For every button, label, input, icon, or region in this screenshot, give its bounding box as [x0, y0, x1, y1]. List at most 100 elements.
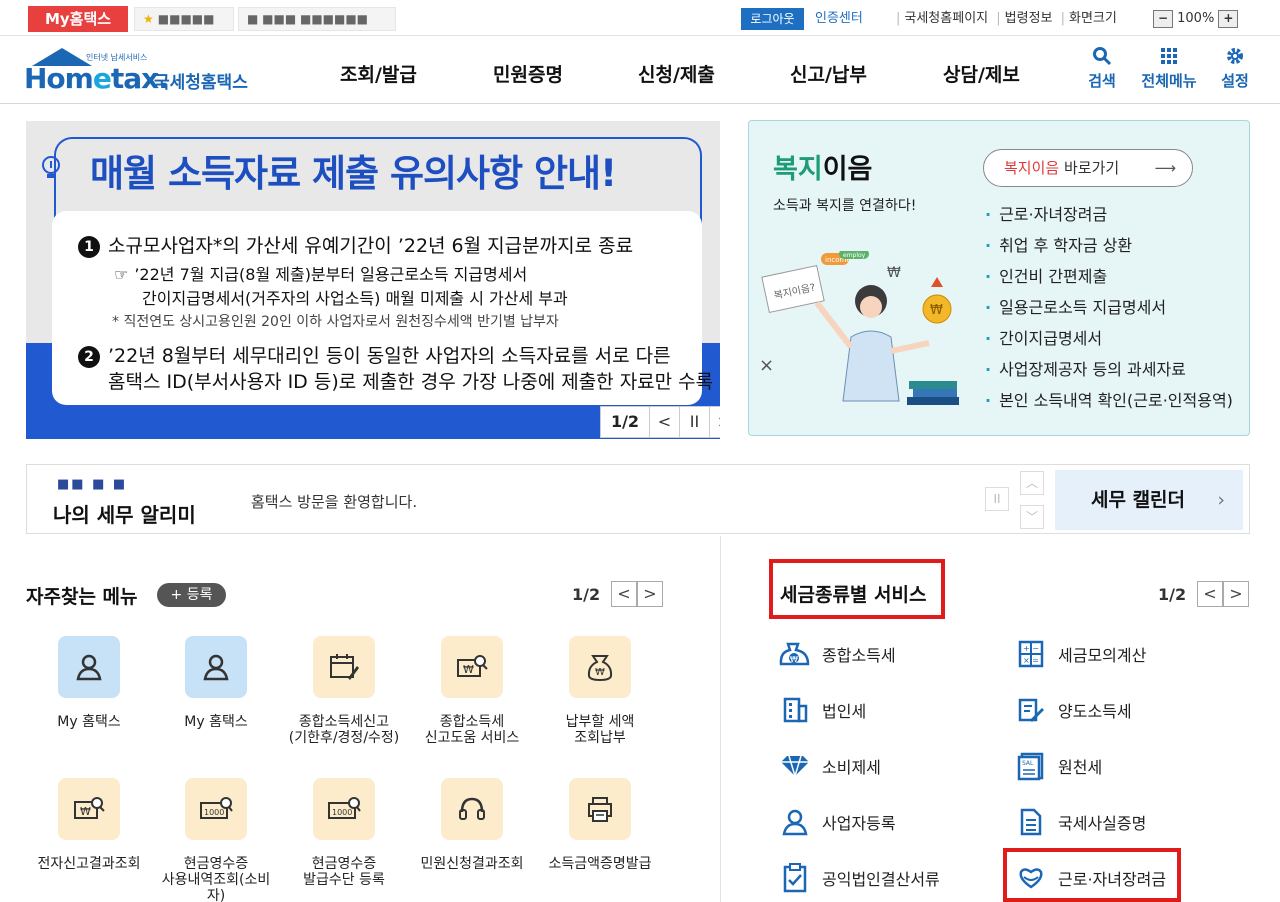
banner-pause-button[interactable]: II — [679, 407, 709, 437]
favorites-link[interactable]: ★ ■■■■■ — [134, 7, 234, 31]
svg-text:× =: × = — [1023, 656, 1039, 665]
welfare-list: 근로·자녀장려금 취업 후 학자금 상환 인건비 간편제출 일용근로소득 지급명… — [985, 199, 1233, 416]
gear-icon — [1205, 46, 1265, 70]
svg-text:+ −: + − — [1023, 644, 1039, 653]
pointing-hand-icon: ☞ — [114, 265, 129, 284]
register-menu-button[interactable]: + 등록 — [157, 583, 226, 607]
receipt-search-icon: 1000 — [185, 778, 247, 840]
zoom-in-button[interactable]: + — [1218, 9, 1239, 28]
person-icon — [185, 636, 247, 698]
welfare-item[interactable]: 사업장제공자 등의 과세자료 — [985, 354, 1233, 385]
tax-service-page-indicator: 1/2 — [1158, 585, 1187, 604]
tax-service-comprehensive-income[interactable]: ₩ 종합소득세 — [776, 636, 896, 672]
notice-down-button[interactable]: ﹀ — [1020, 505, 1044, 529]
nav-civil-certificate[interactable]: 민원증명 — [493, 60, 563, 87]
banner-item-1-note: * 직전연도 상시고용인원 20인 이하 사업자로서 원천징수세액 반기별 납부… — [112, 314, 559, 330]
illus-tag-2: employ — [843, 252, 866, 259]
svg-text:₩: ₩ — [463, 663, 474, 676]
person-icon — [58, 636, 120, 698]
svg-text:SAL: SAL — [1022, 760, 1034, 767]
frequent-item-filing-help[interactable]: ₩ 종합소득세 신고도움 서비스 — [408, 636, 536, 746]
search-button[interactable]: 검색 — [1072, 46, 1132, 91]
frequent-item-cash-receipt-register[interactable]: 1000 현금영수증 발급수단 등록 — [280, 778, 408, 888]
lightbulb-icon — [40, 155, 62, 189]
welfare-item[interactable]: 일용근로소득 지급명세서 — [985, 292, 1233, 323]
heart-hands-icon — [1012, 861, 1050, 895]
number-2-badge: 2 — [78, 346, 100, 368]
banner-item-1-sub2: 간이지급명세서(거주자의 사업소득) 매월 미제출 시 가산세 부과 — [142, 289, 568, 308]
frequent-item-pay-tax[interactable]: ₩ 납부할 세액 조회납부 — [536, 636, 664, 746]
tax-service-tax-simulation[interactable]: + − × = 세금모의계산 — [1012, 636, 1146, 672]
banner-title: 매월 소득자료 제출 유의사항 안내! — [90, 152, 617, 195]
nav-report-pay[interactable]: 신고/납부 — [790, 60, 867, 87]
tax-service-earned-income-child-credit[interactable]: 근로·자녀장려금 — [1012, 860, 1166, 896]
notice-up-button[interactable]: ︿ — [1020, 471, 1044, 495]
frequent-prev-button[interactable]: < — [611, 581, 637, 607]
hometax-logo[interactable]: 인터넷 납세서비스 Hometax. 국세청홈택스 — [24, 42, 264, 98]
tax-service-title: 세금종류별 서비스 — [780, 584, 927, 606]
welfare-item[interactable]: 인건비 간편제출 — [985, 261, 1233, 292]
user-info-blurred: ■ ■■■ ■■■■■■ — [238, 7, 396, 31]
top-links: | 국세청홈페이지 | 법령정보 | 화면크기 — [896, 11, 1117, 26]
clipboard-check-icon — [776, 861, 814, 895]
notice-banner[interactable]: 매월 소득자료 제출 유의사항 안내! 1 소규모사업자*의 가산세 유예기간이 … — [26, 121, 720, 439]
tax-calendar-button[interactable]: 세무 캘린더 › — [1055, 470, 1243, 530]
banner-prev-button[interactable]: < — [649, 407, 679, 437]
tax-service-prev-button[interactable]: < — [1197, 581, 1223, 607]
frequent-item-cash-receipt-usage[interactable]: 1000 현금영수증 사용내역조회(소비 자) — [152, 778, 280, 902]
tax-service-consumption[interactable]: 소비제세 — [776, 748, 881, 784]
frequent-next-button[interactable]: > — [637, 581, 663, 607]
banner-next-button[interactable]: > — [709, 407, 720, 437]
banner-page-indicator: 1/2 — [610, 412, 640, 431]
tax-service-corporate[interactable]: 법인세 — [776, 692, 866, 728]
frequent-item-income-tax-filing[interactable]: 종합소득세신고 (기한후/경정/수정) — [280, 636, 408, 746]
cert-center-link[interactable]: 인증센터 — [815, 8, 863, 30]
nav-consult-report[interactable]: 상담/제보 — [943, 60, 1020, 87]
tax-service-next-button[interactable]: > — [1223, 581, 1249, 607]
welfare-illustration: 복지이음? income employ ₩ ₩ × — [759, 251, 959, 405]
tax-notifier-bar: ■■ ■ ■ 나의 세무 알리미 홈택스 방문을 환영합니다. II ︿ ﹀ 세… — [26, 464, 1250, 534]
full-menu-button[interactable]: 전체메뉴 — [1139, 46, 1199, 91]
notice-pause-button[interactable]: II — [985, 487, 1009, 511]
tax-service-tax-fact-certificate[interactable]: 국세사실증명 — [1012, 804, 1146, 840]
welfare-shortcut-button[interactable]: 복지이음 바로가기 ⟶ — [983, 149, 1193, 187]
nts-homepage-link[interactable]: 국세청홈페이지 — [904, 11, 988, 26]
arrow-right-icon: ⟶ — [1154, 159, 1176, 177]
user-name-blurred: ■■ ■ ■ — [57, 477, 128, 492]
banner-item-2-line2: 홈택스 ID(부서사용자 ID 등)로 제출한 경우 가장 나중에 제출한 자료… — [108, 371, 714, 393]
my-hometax-button[interactable]: My홈택스 — [28, 6, 128, 32]
printer-icon — [569, 778, 631, 840]
zoom-out-button[interactable]: − — [1153, 9, 1173, 28]
nav-apply-submit[interactable]: 신청/제출 — [638, 60, 715, 87]
headset-icon — [441, 778, 503, 840]
frequent-item-my-hometax-2[interactable]: My 홈택스 — [152, 636, 280, 730]
tax-service-withholding[interactable]: SAL 원천세 — [1012, 748, 1102, 784]
grid-menu-icon — [1139, 46, 1199, 70]
nav-inquiry-issue[interactable]: 조회/발급 — [340, 60, 417, 87]
frequent-item-civil-result[interactable]: 민원신청결과조회 — [408, 778, 536, 872]
welfare-item[interactable]: 근로·자녀장려금 — [985, 199, 1233, 230]
settings-button[interactable]: 설정 — [1205, 46, 1265, 91]
banner-item-2-line1: 2’22년 8월부터 세무대리인 등이 동일한 사업자의 소득자료를 서로 다른 — [78, 341, 671, 368]
frequent-item-my-hometax[interactable]: My 홈택스 — [25, 636, 153, 730]
diamond-icon — [776, 749, 814, 783]
frequent-item-e-filing-result[interactable]: ₩ 전자신고결과조회 — [25, 778, 153, 872]
tax-service-public-corp-settlement[interactable]: 공익법인결산서류 — [776, 860, 940, 896]
tax-service-capital-gains[interactable]: 양도소득세 — [1012, 692, 1132, 728]
frequent-item-income-certificate[interactable]: 소득금액증명발급 — [536, 778, 664, 872]
receipt-icon: SAL — [1012, 749, 1050, 783]
tax-service-business-registration[interactable]: 사업자등록 — [776, 804, 896, 840]
welfare-item[interactable]: 취업 후 학자금 상환 — [985, 230, 1233, 261]
document-icon — [1012, 805, 1050, 839]
welfare-item[interactable]: 본인 소득내역 확인(근로·인적용역) — [985, 385, 1233, 416]
screen-size-label: 화면크기 — [1069, 11, 1117, 26]
welfare-item[interactable]: 간이지급명세서 — [985, 323, 1233, 354]
document-sign-icon — [1012, 693, 1050, 727]
logout-button[interactable]: 로그아웃 — [741, 8, 804, 30]
svg-text:₩: ₩ — [80, 805, 91, 818]
law-info-link[interactable]: 법령정보 — [1005, 11, 1053, 26]
calendar-edit-icon — [313, 636, 375, 698]
money-bag-icon: ₩ — [569, 636, 631, 698]
number-1-badge: 1 — [78, 236, 100, 258]
receipt-card-icon: 1000 — [313, 778, 375, 840]
